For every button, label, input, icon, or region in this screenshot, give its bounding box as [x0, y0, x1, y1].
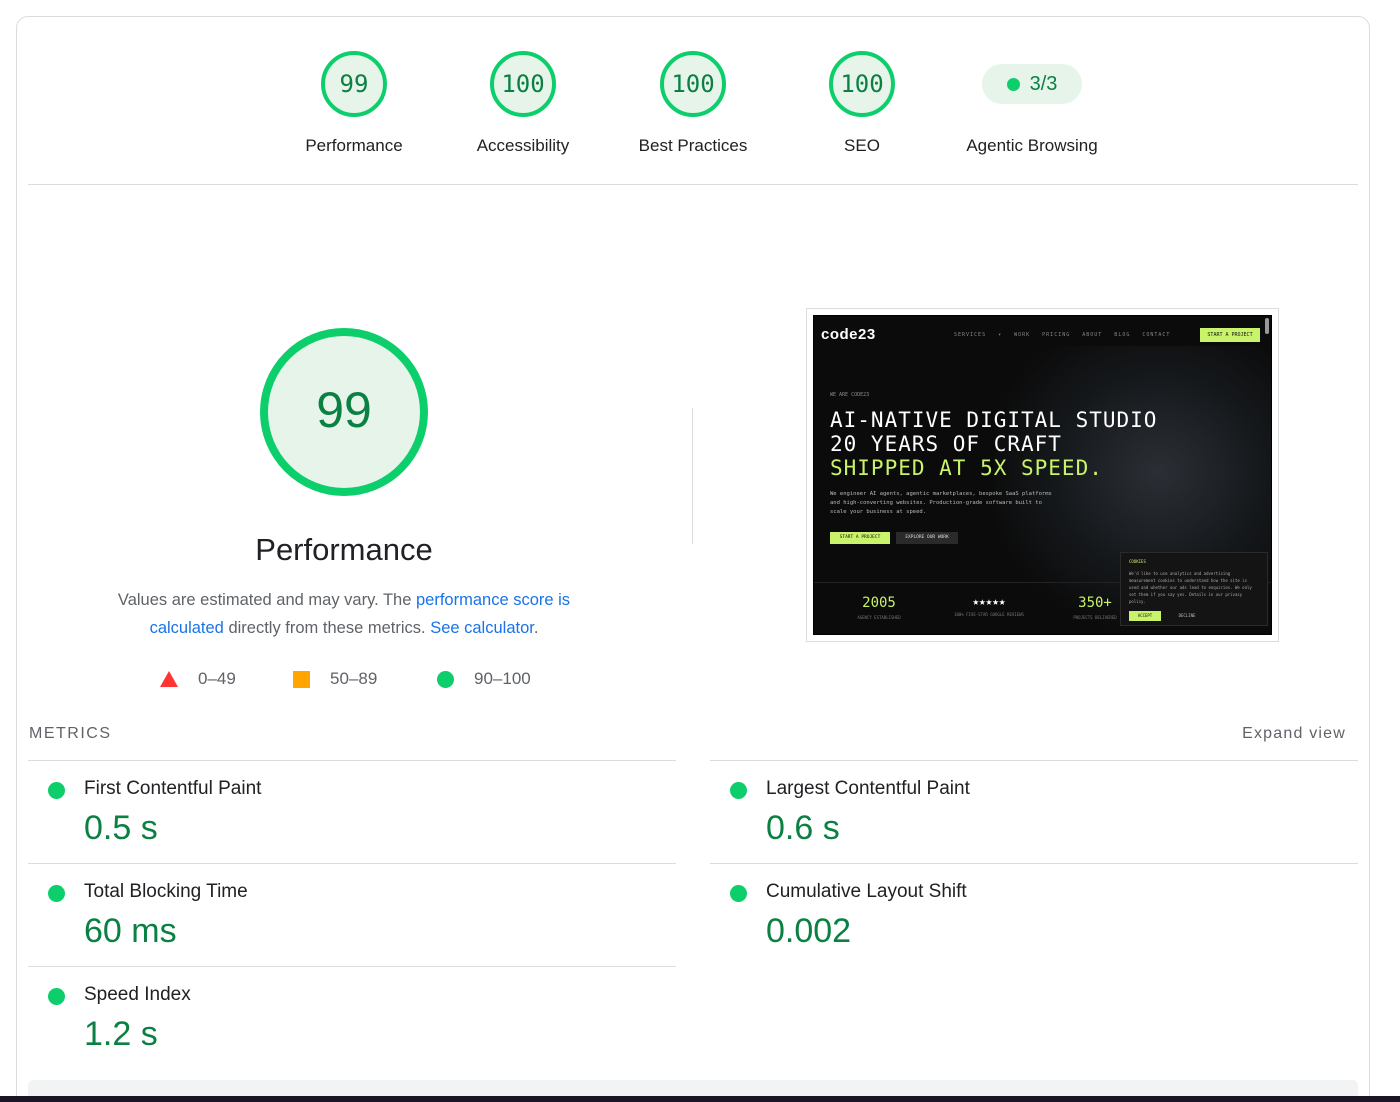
pass-dot-icon	[730, 782, 747, 799]
site-headline: AI-NATIVE DIGITAL STUDIO 20 YEARS OF CRA…	[830, 408, 1157, 480]
pass-dot-icon	[48, 782, 65, 799]
metric-title: Speed Index	[84, 984, 191, 1005]
expand-view-toggle[interactable]: Expand view	[1242, 725, 1346, 743]
score-ring: 100	[489, 50, 557, 118]
performance-score-gauge: 99	[258, 326, 430, 498]
final-screenshot[interactable]: code23 SERVICES ▾ WORK PRICING ABOUT BLO…	[806, 308, 1279, 642]
pass-dot-icon	[48, 885, 65, 902]
vertical-divider	[692, 408, 693, 544]
score-ring: 99	[320, 50, 388, 118]
metric-cumulative-layout-shift[interactable]: Cumulative Layout Shift 0.002	[710, 863, 1358, 966]
agentic-score: 3/3	[1029, 72, 1058, 95]
site-eyebrow: WE ARE CODE23	[830, 392, 870, 398]
metric-title: Total Blocking Time	[84, 881, 248, 902]
circle-icon	[437, 670, 454, 688]
gauge-performance[interactable]: 99 Performance	[279, 50, 429, 156]
legend-range: 50–89	[330, 669, 378, 688]
headline-line: 20 YEARS OF CRAFT	[830, 432, 1062, 456]
gauge-score: 100	[840, 70, 884, 98]
gauge-score: 100	[501, 70, 545, 98]
window-bottom-edge	[0, 1096, 1400, 1102]
legend-pass: 90–100	[437, 669, 531, 689]
stat-value: 2005	[862, 595, 896, 611]
score-ring: 100	[828, 50, 896, 118]
gauge-best-practices[interactable]: 100 Best Practices	[618, 50, 768, 156]
score-ring: 100	[659, 50, 727, 118]
performance-description: Values are estimated and may vary. The p…	[84, 586, 604, 642]
gauge-label: Best Practices	[638, 136, 748, 155]
square-icon	[293, 670, 310, 688]
pass-dot-icon	[1006, 77, 1020, 91]
gauge-label: Accessibility	[476, 136, 570, 155]
see-calculator-link[interactable]: See calculator	[430, 619, 534, 637]
category-gauges: 99 Performance 100 Accessibility 100 Bes…	[0, 0, 1400, 185]
site-nav: SERVICES ▾ WORK PRICING ABOUT BLOG CONTA…	[954, 332, 1171, 338]
metric-total-blocking-time[interactable]: Total Blocking Time 60 ms	[28, 863, 676, 966]
metrics-heading: METRICS	[29, 725, 112, 742]
metric-value: 1.2 s	[84, 1015, 158, 1053]
stars-icon: ★★★★★	[972, 595, 1006, 608]
cookie-accept: ACCEPT	[1129, 611, 1161, 621]
site-stat: ★★★★★ 100% FIVE-STAR GOOGLE REVIEWS	[934, 595, 1044, 617]
metric-value: 0.002	[766, 912, 852, 950]
site-cta-button: START A PROJECT	[1200, 328, 1260, 342]
metric-speed-index[interactable]: Speed Index 1.2 s	[28, 966, 676, 1069]
legend-range: 90–100	[474, 669, 531, 688]
agentic-score-pill: 3/3	[982, 64, 1082, 104]
performance-title: Performance	[255, 532, 433, 567]
gauge-score: 100	[671, 70, 715, 98]
metric-first-contentful-paint[interactable]: First Contentful Paint 0.5 s	[28, 760, 676, 863]
stat-caption: 100% FIVE-STAR GOOGLE REVIEWS	[954, 612, 1024, 617]
desc-text: Values are estimated and may vary. The	[117, 591, 416, 609]
headline-line: SHIPPED AT 5X SPEED.	[830, 456, 1103, 480]
gauge-label: Performance	[305, 136, 403, 155]
cookie-decline: DECLINE	[1178, 613, 1196, 618]
gauge-agentic-browsing[interactable]: 3/3 Agentic Browsing	[957, 52, 1107, 156]
gauge-label: Agentic Browsing	[966, 136, 1098, 155]
metric-largest-contentful-paint[interactable]: Largest Contentful Paint 0.6 s	[710, 760, 1358, 863]
site-secondary-button: EXPLORE OUR WORK	[896, 532, 958, 544]
cookie-body: We'd like to use analytics and advertisi…	[1129, 571, 1252, 604]
pass-dot-icon	[48, 988, 65, 1005]
site-logo: code23	[821, 326, 876, 343]
screenshot-image: code23 SERVICES ▾ WORK PRICING ABOUT BLO…	[813, 315, 1272, 635]
cookie-title: COOKIES	[1129, 559, 1146, 564]
site-primary-button: START A PROJECT	[830, 532, 890, 544]
desc-text: directly from these metrics.	[223, 619, 431, 637]
stat-caption: AGENCY ESTABLISHED	[857, 615, 901, 620]
scrollbar-thumb	[1265, 318, 1269, 334]
metric-value: 0.6 s	[766, 809, 840, 847]
site-cookie-banner: COOKIES We'd like to use analytics and a…	[1120, 552, 1268, 626]
legend-fail: 0–49	[160, 669, 236, 689]
next-section-edge	[28, 1080, 1358, 1096]
metric-title: Largest Contentful Paint	[766, 778, 970, 799]
stat-value: 350+	[1078, 595, 1112, 611]
legend-range: 0–49	[198, 669, 236, 688]
pass-dot-icon	[730, 885, 747, 902]
headline-line: AI-NATIVE DIGITAL STUDIO	[830, 408, 1158, 432]
legend-average: 50–89	[293, 669, 377, 689]
site-subtext: We engineer AI agents, agentic marketpla…	[830, 491, 1052, 515]
metric-value: 60 ms	[84, 912, 177, 950]
gauge-label: SEO	[844, 136, 880, 155]
metric-title: Cumulative Layout Shift	[766, 881, 967, 902]
triangle-icon	[160, 671, 178, 687]
gauge-score: 99	[339, 70, 369, 98]
site-stat: 2005 AGENCY ESTABLISHED	[824, 595, 934, 620]
metric-title: First Contentful Paint	[84, 778, 262, 799]
gauge-accessibility[interactable]: 100 Accessibility	[448, 50, 598, 156]
gauge-seo[interactable]: 100 SEO	[787, 50, 937, 156]
performance-score: 99	[316, 382, 372, 438]
desc-text: .	[533, 619, 539, 637]
metric-value: 0.5 s	[84, 809, 158, 847]
divider	[28, 184, 1358, 185]
